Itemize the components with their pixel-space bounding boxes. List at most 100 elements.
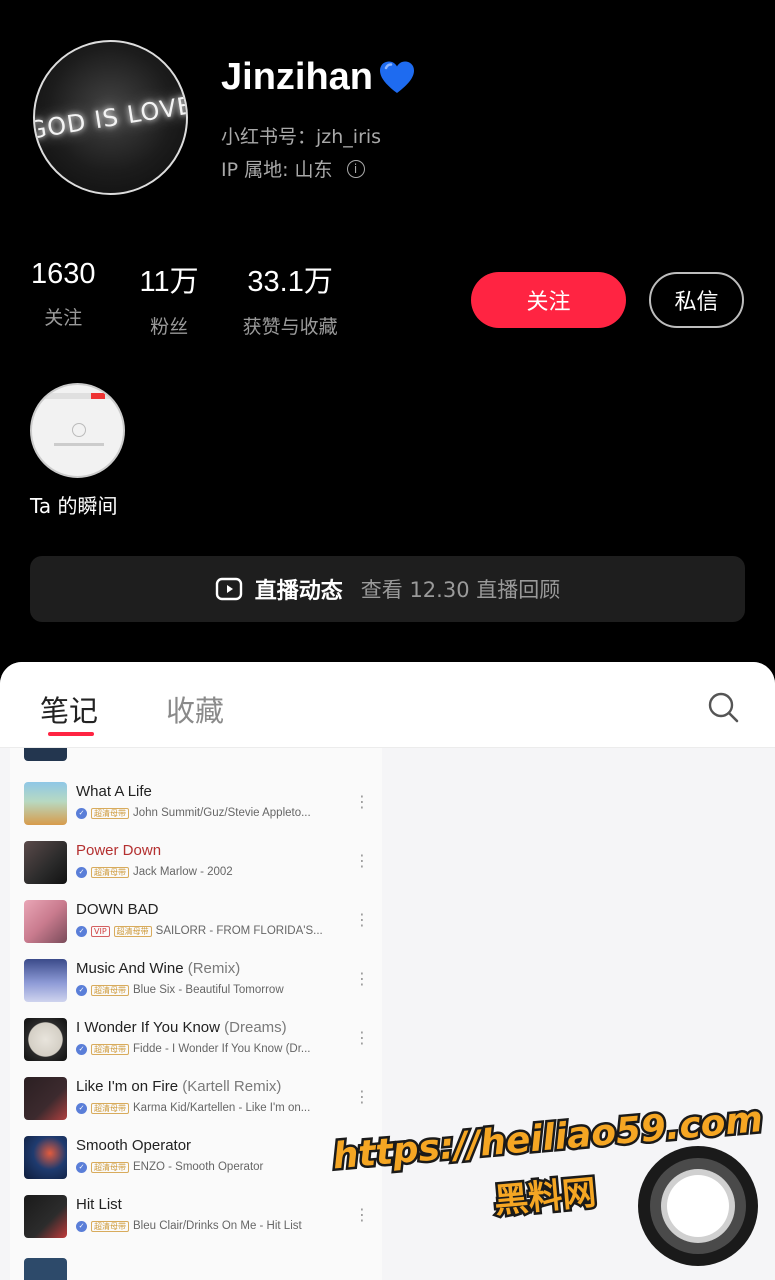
verified-check-icon: ✓ (76, 1220, 87, 1232)
stat-value: 33.1万 (247, 266, 333, 298)
quality-badge: 超清母带 (91, 866, 129, 878)
song-title: Smooth Operator (76, 1137, 191, 1154)
verified-check-icon: ✓ (76, 1161, 87, 1173)
song-title: Hit List (76, 1196, 122, 1213)
profile-name: Jinzihan (221, 56, 374, 98)
song-row[interactable]: What A Life ✓ 超清母带 John Summit/Guz/Stevi… (10, 776, 382, 834)
message-button[interactable]: 私信 (649, 272, 744, 328)
song-title: What A Life (76, 783, 152, 800)
song-row[interactable]: Music And Wine (Remix) ✓ 超清母带 Blue Six -… (10, 953, 382, 1011)
song-title: DOWN BAD (76, 901, 159, 918)
album-cover (24, 748, 67, 761)
album-cover (24, 1136, 67, 1179)
quality-badge: 超清母带 (91, 807, 129, 819)
thumb-decor (72, 423, 86, 437)
stat-value: 11万 (139, 266, 199, 298)
more-vertical-icon[interactable]: ⋮ (352, 969, 372, 989)
song-artist: SAILORR - FROM FLORIDA'S... (155, 925, 323, 937)
more-vertical-icon[interactable]: ⋮ (352, 851, 372, 871)
song-artist: Bleu Clair/Drinks On Me - Hit List (133, 1220, 302, 1232)
float-ring (661, 1169, 735, 1243)
song-artist: Karma Kid/Kartellen - Like I'm on... (133, 1102, 311, 1114)
profile-stats: 1630 关注 11万 粉丝 33.1万 获赞与收藏 (31, 258, 382, 339)
song-title: Like I'm on Fire (Kartell Remix) (76, 1078, 281, 1095)
stat-following[interactable]: 1630 关注 (31, 258, 96, 339)
song-title-text: Smooth Operator (76, 1137, 192, 1154)
song-meta: ✓ 超清母带 Blue Six - Beautiful Tomorrow (76, 984, 284, 996)
album-cover (24, 1258, 67, 1280)
vip-badge: VIP (91, 925, 110, 937)
live-subtitle: 查看 12.30 直播回顾 (360, 578, 561, 602)
verified-check-icon: ✓ (76, 925, 87, 937)
tab-active-indicator (48, 732, 94, 736)
profile-avatar[interactable]: GOD IS LOVE (33, 40, 188, 195)
moment-label[interactable]: Ta 的瞬间 (30, 490, 118, 519)
song-subtitle: (Remix) (187, 960, 241, 977)
tab-collections[interactable]: 收藏 (166, 688, 224, 730)
moment-thumbnail[interactable] (30, 383, 125, 478)
float-core (667, 1175, 729, 1237)
song-artist: ENZO - Smooth Operator (133, 1161, 264, 1173)
follow-button[interactable]: 关注 (471, 272, 626, 328)
live-video-icon (215, 577, 242, 601)
song-row[interactable]: DOWN BAD ✓ VIP 超清母带 SAILORR - FROM FLORI… (10, 894, 382, 952)
song-row[interactable]: I Wonder If You Know (Dreams) ✓ 超清母带 Fid… (10, 1012, 382, 1070)
song-title-text: Like I'm on Fire (76, 1078, 179, 1095)
song-title: Music And Wine (Remix) (76, 960, 240, 977)
song-artist: Fidde - I Wonder If You Know (Dr... (133, 1043, 311, 1055)
stat-followers[interactable]: 11万 粉丝 (140, 258, 199, 339)
song-subtitle: (Kartell Remix) (182, 1078, 282, 1095)
tab-bar: 笔记 收藏 (0, 662, 775, 748)
song-artist: Blue Six - Beautiful Tomorrow (133, 984, 284, 996)
song-meta: ✓ 超清母带 John Summit/Guz/Stevie Appleto... (76, 807, 311, 819)
song-title-text: DOWN BAD (76, 901, 159, 918)
quality-badge: 超清母带 (91, 1220, 129, 1232)
profile-ip-row: IP 属地: 山东 i (221, 155, 365, 182)
album-cover (24, 900, 67, 943)
stat-label: 粉丝 (150, 316, 189, 338)
quality-badge: 超清母带 (91, 1043, 129, 1055)
song-title: Power Down (76, 842, 161, 859)
profile-id: 小红书号：jzh_iris (221, 126, 382, 148)
album-cover (24, 1077, 67, 1120)
song-subtitle: (Dreams) (224, 1019, 287, 1036)
live-title: 直播动态 (254, 579, 343, 604)
more-vertical-icon[interactable]: ⋮ (352, 792, 372, 812)
verified-check-icon: ✓ (76, 866, 87, 878)
song-row[interactable]: Power Down ✓ 超清母带 Jack Marlow - 2002 ⋮ (10, 835, 382, 893)
song-meta: ✓ 超清母带 Karma Kid/Kartellen - Like I'm on… (76, 1102, 310, 1114)
tab-notes[interactable]: 笔记 (40, 688, 98, 730)
song-title: I Wonder If You Know (Dreams) (76, 1019, 287, 1036)
floating-assistive-button[interactable] (638, 1146, 758, 1266)
list-item (10, 1252, 382, 1280)
stat-label: 获赞与收藏 (242, 316, 338, 338)
info-icon[interactable]: i (346, 159, 365, 178)
stat-likes[interactable]: 33.1万 获赞与收藏 (243, 258, 338, 339)
song-meta: ✓ 超清母带 Bleu Clair/Drinks On Me - Hit Lis… (76, 1220, 302, 1232)
stat-value: 1630 (31, 258, 96, 290)
live-replay-bar[interactable]: 直播动态 查看 12.30 直播回顾 (30, 556, 745, 622)
song-title-text: I Wonder If You Know (76, 1019, 220, 1036)
thumb-decor (91, 393, 105, 399)
album-cover (24, 841, 67, 884)
avatar-neon-text: GOD IS LOVE (33, 90, 188, 145)
song-meta: ✓ 超清母带 Fidde - I Wonder If You Know (Dr.… (76, 1043, 311, 1055)
song-meta: ✓ 超清母带 Jack Marlow - 2002 (76, 866, 233, 878)
song-title-text: Power Down (76, 842, 162, 859)
quality-badge: 超清母带 (113, 925, 152, 937)
quality-badge: 超清母带 (91, 984, 129, 996)
song-title-text: Music And Wine (76, 960, 184, 977)
more-vertical-icon[interactable]: ⋮ (352, 1028, 372, 1048)
search-icon[interactable] (706, 690, 740, 724)
song-title-text: Hit List (76, 1196, 122, 1213)
watermark-site-name: 黑料网 (493, 1173, 598, 1222)
song-artist: Jack Marlow - 2002 (133, 866, 233, 878)
verified-check-icon: ✓ (76, 807, 87, 819)
thumb-decor (54, 443, 104, 446)
quality-badge: 超清母带 (91, 1161, 129, 1173)
quality-badge: 超清母带 (91, 1102, 129, 1114)
song-meta: ✓ 超清母带 ENZO - Smooth Operator (76, 1161, 263, 1173)
blue-heart-icon (380, 61, 415, 93)
more-vertical-icon[interactable]: ⋮ (352, 910, 372, 930)
album-cover (24, 959, 67, 1002)
